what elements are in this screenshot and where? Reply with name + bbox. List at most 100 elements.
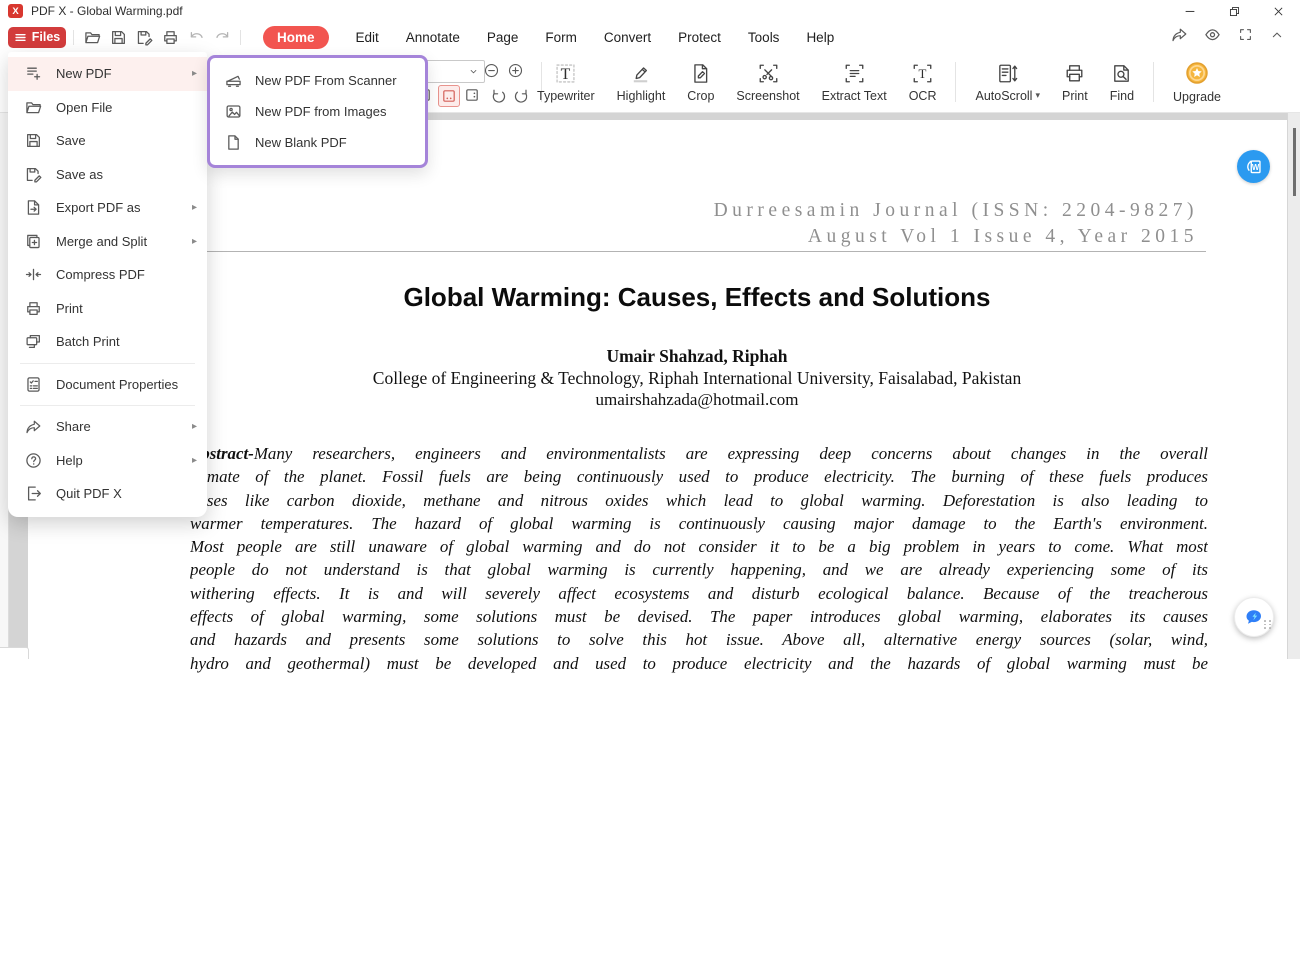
abstract-line: people do not understand is that global … bbox=[190, 558, 1208, 581]
abstract-line: hydro and geothermal) must be developed … bbox=[190, 652, 1208, 675]
print-button[interactable]: Print bbox=[1051, 52, 1099, 112]
menu-item-share[interactable]: Share▸ bbox=[8, 410, 207, 444]
restore-icon bbox=[1228, 5, 1241, 18]
tab-protect[interactable]: Protect bbox=[678, 30, 721, 45]
tab-tools[interactable]: Tools bbox=[748, 30, 780, 45]
tool-label: AutoScroll▾ bbox=[975, 89, 1040, 103]
autoscroll-button[interactable]: AutoScroll▾ bbox=[964, 52, 1051, 112]
extract-text-icon bbox=[843, 62, 866, 85]
tool-label: Screenshot bbox=[736, 89, 799, 103]
tab-convert[interactable]: Convert bbox=[604, 30, 651, 45]
chevron-up-button[interactable] bbox=[1270, 28, 1284, 47]
menu-item-document-properties[interactable]: Document Properties bbox=[8, 368, 207, 402]
fit-width-button[interactable] bbox=[438, 85, 460, 107]
tool-label: Print bbox=[1062, 89, 1088, 103]
menu-item-save[interactable]: Save bbox=[8, 124, 207, 158]
restore-button[interactable] bbox=[1212, 0, 1256, 22]
svg-text:T: T bbox=[919, 66, 927, 81]
drag-handle-icon bbox=[1264, 620, 1272, 629]
files-menu-button[interactable]: Files bbox=[8, 27, 66, 48]
tool-label: Extract Text bbox=[822, 89, 887, 103]
scrollbar-thumb[interactable] bbox=[1293, 128, 1296, 196]
menu-item-quit-pdf-x[interactable]: Quit PDF X bbox=[8, 477, 207, 511]
tab-edit[interactable]: Edit bbox=[356, 30, 379, 45]
toolbar-tools: TTypewriter Highlight Crop Screenshot Extrac… bbox=[526, 52, 1232, 112]
window-title: PDF X - Global Warming.pdf bbox=[31, 4, 183, 18]
ribbon-right-icons bbox=[1171, 26, 1300, 48]
tab-page[interactable]: Page bbox=[487, 30, 519, 45]
fullscreen-button[interactable] bbox=[1238, 27, 1253, 47]
svg-text:T: T bbox=[561, 65, 571, 82]
zoom-in-button[interactable] bbox=[506, 61, 525, 80]
menu-item-print[interactable]: Print bbox=[8, 292, 207, 326]
paper-email: umairshahzada@hotmail.com bbox=[186, 390, 1208, 410]
separator bbox=[955, 62, 956, 102]
menu-item-batch-print[interactable]: Batch Print bbox=[8, 325, 207, 359]
abstract-line: effects of global warming, some solution… bbox=[190, 605, 1208, 628]
fit-height-button[interactable] bbox=[462, 85, 482, 105]
extract-text-button[interactable]: Extract Text bbox=[811, 52, 898, 112]
typewriter-button[interactable]: TTypewriter bbox=[526, 52, 606, 112]
highlight-button[interactable]: Highlight bbox=[606, 52, 677, 112]
save-as-icon bbox=[136, 29, 153, 46]
journal-header: Durreesamin Journal (ISSN: 2204-9827) Au… bbox=[190, 198, 1198, 249]
caret-down-icon: ▾ bbox=[1035, 90, 1040, 101]
minimize-button[interactable] bbox=[1168, 0, 1212, 22]
tab-home[interactable]: Home bbox=[263, 26, 329, 49]
submenu-item-new-blank-pdf[interactable]: New Blank PDF bbox=[210, 127, 425, 158]
new-pdf-icon bbox=[24, 65, 42, 82]
submenu-arrow-icon: ▸ bbox=[192, 236, 197, 247]
vertical-scrollbar[interactable] bbox=[1287, 112, 1300, 659]
tab-annotate[interactable]: Annotate bbox=[406, 30, 460, 45]
fit-width-icon bbox=[441, 88, 457, 104]
eye-button[interactable] bbox=[1204, 26, 1221, 48]
tab-form[interactable]: Form bbox=[545, 30, 577, 45]
find-button[interactable]: Find bbox=[1099, 52, 1145, 112]
menu-item-label: New PDF bbox=[56, 66, 112, 81]
share-button[interactable] bbox=[1171, 27, 1187, 48]
rotate-left-button[interactable] bbox=[488, 86, 507, 105]
files-menu-panel: New PDF▸Open FileSaveSave asExport PDF a… bbox=[8, 52, 207, 517]
close-button[interactable] bbox=[1256, 0, 1300, 22]
print-button[interactable] bbox=[159, 26, 181, 48]
convert-to-word-button[interactable]: W bbox=[1237, 150, 1270, 183]
ocr-button[interactable]: TOCR bbox=[898, 52, 948, 112]
menu-item-merge-and-split[interactable]: Merge and Split▸ bbox=[8, 225, 207, 259]
ai-assistant-button[interactable] bbox=[1234, 597, 1274, 637]
fullscreen-icon bbox=[1238, 27, 1253, 42]
menu-item-save-as[interactable]: Save as bbox=[8, 158, 207, 192]
highlight-icon bbox=[629, 62, 652, 85]
submenu-item-new-pdf-from-scanner[interactable]: New PDF From Scanner bbox=[210, 65, 425, 96]
window-controls bbox=[1168, 0, 1300, 22]
save-button[interactable] bbox=[107, 26, 129, 48]
menu-item-export-pdf-as[interactable]: Export PDF as▸ bbox=[8, 191, 207, 225]
header-rule bbox=[186, 251, 1206, 252]
screenshot-icon bbox=[757, 62, 780, 85]
redo-button[interactable] bbox=[211, 26, 233, 48]
screenshot-button[interactable]: Screenshot bbox=[725, 52, 810, 112]
menu-item-compress-pdf[interactable]: Compress PDF bbox=[8, 258, 207, 292]
zoom-out-button[interactable] bbox=[482, 61, 501, 80]
submenu-arrow-icon: ▸ bbox=[192, 421, 197, 432]
crop-button[interactable]: Crop bbox=[676, 52, 725, 112]
tab-help[interactable]: Help bbox=[806, 30, 834, 45]
menu-item-new-pdf[interactable]: New PDF▸ bbox=[8, 57, 207, 91]
compress-icon bbox=[24, 266, 42, 283]
menu-item-label: Batch Print bbox=[56, 334, 120, 349]
undo-button[interactable] bbox=[185, 26, 207, 48]
menu-divider bbox=[20, 405, 195, 406]
abstract-line: climate of the planet. Fossil fuels are … bbox=[190, 465, 1208, 488]
menu-item-open-file[interactable]: Open File bbox=[8, 91, 207, 125]
menu-item-label: Export PDF as bbox=[56, 200, 141, 215]
submenu-item-new-pdf-from-images[interactable]: New PDF from Images bbox=[210, 96, 425, 127]
save-as-button[interactable] bbox=[133, 26, 155, 48]
upgrade-button[interactable]: Upgrade bbox=[1162, 52, 1232, 112]
print24-icon bbox=[1063, 62, 1086, 85]
close-icon bbox=[1272, 5, 1285, 18]
eye-icon bbox=[1204, 26, 1221, 43]
tool-label: Highlight bbox=[617, 89, 666, 103]
app-logo-icon: X bbox=[8, 4, 23, 18]
open-file-button[interactable] bbox=[81, 26, 103, 48]
submenu-arrow-icon: ▸ bbox=[192, 455, 197, 466]
menu-item-help[interactable]: Help▸ bbox=[8, 444, 207, 478]
